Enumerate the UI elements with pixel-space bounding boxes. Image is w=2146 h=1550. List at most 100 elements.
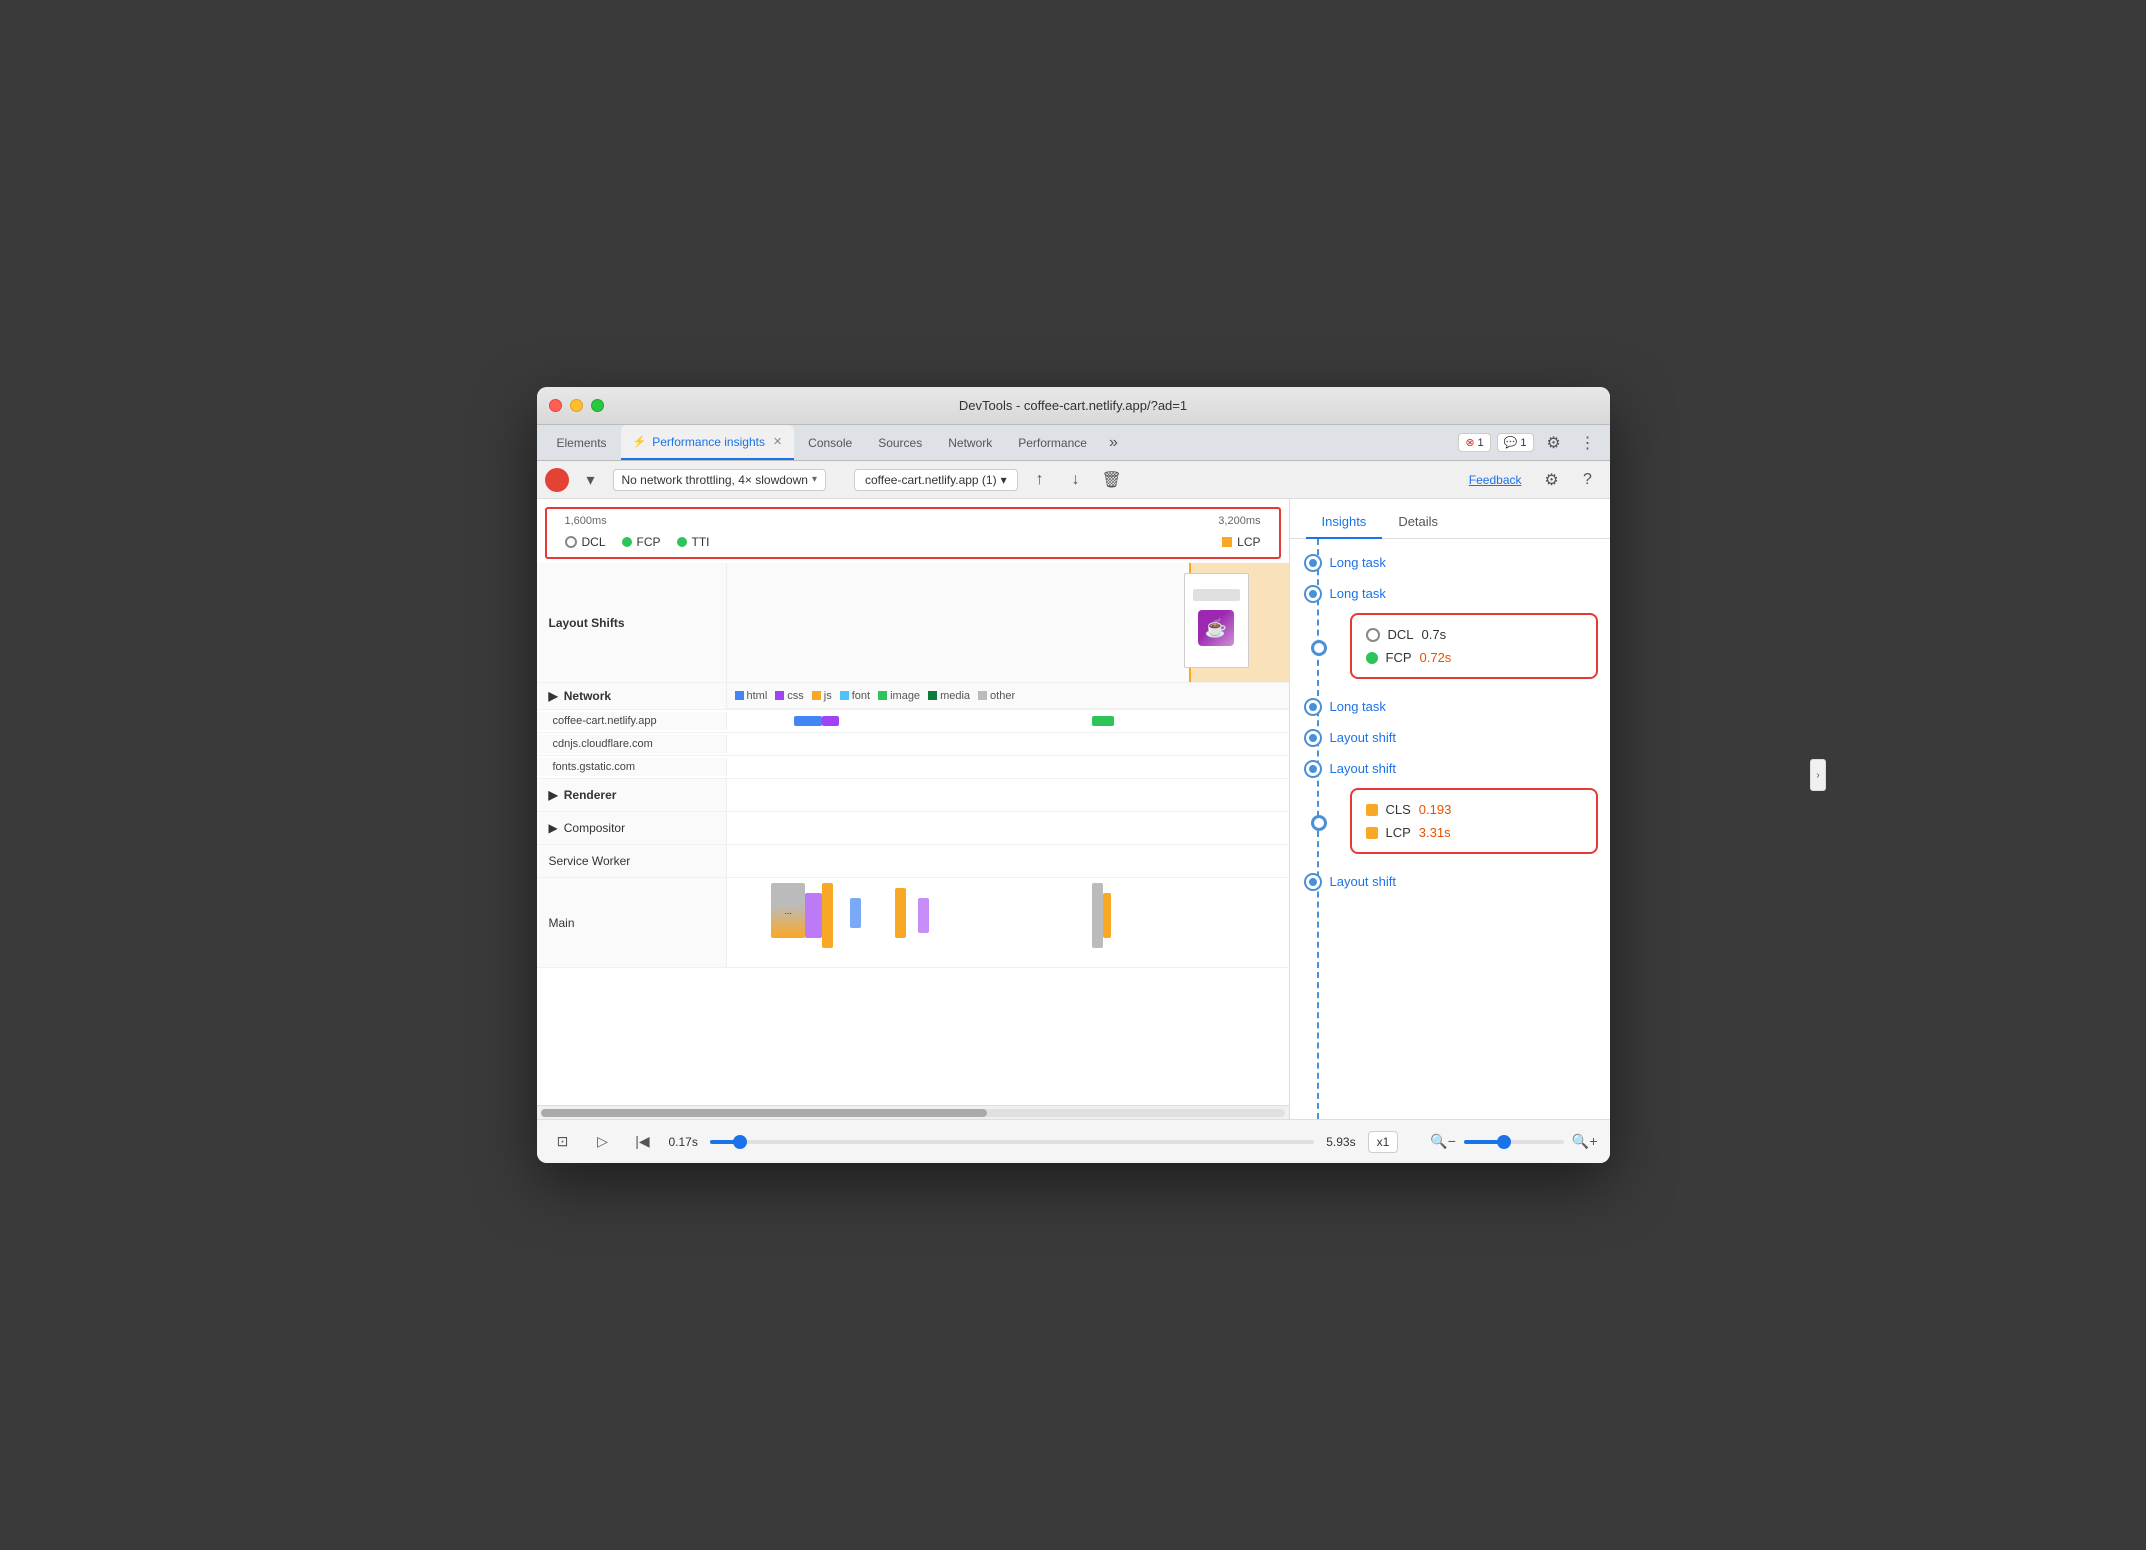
dcl-fcp-box: DCL 0.7s FCP 0.72s xyxy=(1350,613,1598,679)
playback-slider[interactable] xyxy=(710,1140,1314,1144)
main-bar-6 xyxy=(918,898,929,933)
legend-html: html xyxy=(735,690,768,702)
throttling-dropdown[interactable]: No network throttling, 4× slowdown ▾ xyxy=(613,469,826,491)
insight-layout-shift-2[interactable]: Layout shift xyxy=(1290,753,1610,784)
js-color xyxy=(812,691,821,700)
renderer-label[interactable]: ▶ Renderer xyxy=(537,779,727,811)
scrollbar-track xyxy=(541,1109,1285,1117)
net-bar-css xyxy=(822,716,839,726)
layout-shift-1-link[interactable]: Layout shift xyxy=(1330,730,1397,745)
tab-elements[interactable]: Elements xyxy=(545,425,619,460)
layout-shift-3-link[interactable]: Layout shift xyxy=(1330,874,1397,889)
tti-label: TTI xyxy=(692,535,710,549)
error-badge[interactable]: ⊗ 1 xyxy=(1458,433,1490,452)
insight-long-task-3[interactable]: Long task xyxy=(1290,691,1610,722)
insight-long-task-1[interactable]: Long task xyxy=(1290,547,1610,578)
zoom-out-icon[interactable]: 🔍− xyxy=(1430,1133,1456,1150)
lcp-icon xyxy=(1222,537,1232,547)
scrollbar-thumb[interactable] xyxy=(541,1109,987,1117)
timeline-markers: DCL FCP TTI LCP xyxy=(555,533,1271,551)
tab-network[interactable]: Network xyxy=(936,425,1004,460)
layout-shift-icon: ☕ xyxy=(1198,610,1234,646)
tab-performance[interactable]: Performance xyxy=(1006,425,1099,460)
import-button[interactable]: ↓ xyxy=(1062,466,1090,494)
network-host-1: coffee-cart.netlify.app xyxy=(537,712,727,730)
renderer-arrow: ▶ xyxy=(549,788,558,802)
feedback-button[interactable]: Feedback xyxy=(1469,473,1522,487)
more-options-button[interactable]: ⋮ xyxy=(1574,429,1602,457)
layout-shifts-content: ☕ xyxy=(727,563,1289,682)
insight-long-task-2[interactable]: Long task xyxy=(1290,578,1610,609)
legend-css: css xyxy=(775,690,804,702)
fcp-label: FCP xyxy=(637,535,661,549)
insight-dot-2 xyxy=(1306,587,1320,601)
tab-performance-insights[interactable]: ⚡ Performance insights ✕ xyxy=(621,425,795,460)
timeline-rows: Layout Shifts ☕ ▶ Network xyxy=(537,563,1289,1105)
compositor-label[interactable]: ▶ Compositor xyxy=(537,812,727,844)
tab-close-icon[interactable]: ✕ xyxy=(773,435,782,448)
layout-shift-2-link[interactable]: Layout shift xyxy=(1330,761,1397,776)
timeline-panel: 1,600ms 3,200ms DCL FCP TTI xyxy=(537,499,1290,1119)
throttling-label: No network throttling, 4× slowdown xyxy=(622,473,808,487)
service-worker-row: Service Worker xyxy=(537,845,1289,878)
tab-bar-right: ⊗ 1 💬 1 ⚙ ⋮ xyxy=(1458,425,1601,460)
close-button[interactable] xyxy=(549,399,562,412)
long-task-1-link[interactable]: Long task xyxy=(1330,555,1386,570)
timeline-scrollbar[interactable] xyxy=(537,1105,1289,1119)
long-task-2-link[interactable]: Long task xyxy=(1330,586,1386,601)
main-bar-3 xyxy=(822,883,833,948)
error-count: 1 xyxy=(1478,437,1484,449)
settings-button[interactable]: ⚙ xyxy=(1540,429,1568,457)
delete-button[interactable]: 🗑 xyxy=(1098,466,1126,494)
insight-dot-1 xyxy=(1306,556,1320,570)
tab-bar: Elements ⚡ Performance insights ✕ Consol… xyxy=(537,425,1610,461)
playback-slider-thumb[interactable] xyxy=(733,1135,747,1149)
more-tabs-button[interactable]: » xyxy=(1101,425,1126,460)
cls-metric-value: 0.193 xyxy=(1419,802,1452,817)
long-task-3-link[interactable]: Long task xyxy=(1330,699,1386,714)
network-legend-row: ▶ Network html css xyxy=(537,683,1289,710)
details-tab[interactable]: Details xyxy=(1382,506,1454,539)
screenshot-view-button[interactable]: ⊡ xyxy=(549,1128,577,1156)
zoom-slider-thumb[interactable] xyxy=(1497,1135,1511,1149)
fcp-marker: FCP xyxy=(622,535,661,549)
help-button[interactable]: ? xyxy=(1574,466,1602,494)
media-color xyxy=(928,691,937,700)
dcl-metric-icon xyxy=(1366,628,1380,642)
legend-font: font xyxy=(840,690,870,702)
speed-badge[interactable]: x1 xyxy=(1368,1131,1399,1153)
lcp-metric: LCP 3.31s xyxy=(1366,821,1582,844)
record-button[interactable] xyxy=(545,468,569,492)
toolbar: ▾ No network throttling, 4× slowdown ▾ c… xyxy=(537,461,1610,499)
tab-sources[interactable]: Sources xyxy=(866,425,934,460)
url-dropdown[interactable]: coffee-cart.netlify.app (1) ▾ xyxy=(854,469,1018,491)
zoom-slider[interactable] xyxy=(1464,1140,1564,1144)
message-count: 1 xyxy=(1520,437,1526,449)
maximize-button[interactable] xyxy=(591,399,604,412)
toolbar-settings-button[interactable]: ⚙ xyxy=(1538,466,1566,494)
insight-layout-shift-1[interactable]: Layout shift xyxy=(1290,722,1610,753)
message-badge[interactable]: 💬 1 xyxy=(1497,433,1534,452)
record-dropdown-button[interactable]: ▾ xyxy=(577,466,605,494)
lcp-metric-icon xyxy=(1366,827,1378,839)
tab-console[interactable]: Console xyxy=(796,425,864,460)
dcl-metric-label: DCL xyxy=(1388,627,1414,642)
fcp-metric-label: FCP xyxy=(1386,650,1412,665)
main-content: 1,600ms 3,200ms DCL FCP TTI xyxy=(537,499,1610,1119)
export-button[interactable]: ↑ xyxy=(1026,466,1054,494)
other-color xyxy=(978,691,987,700)
insights-tab[interactable]: Insights xyxy=(1306,506,1383,539)
skip-start-button[interactable]: |◀ xyxy=(629,1128,657,1156)
cls-metric-icon xyxy=(1366,804,1378,816)
ruler-1600: 1,600ms xyxy=(565,515,607,527)
insight-layout-shift-3[interactable]: Layout shift xyxy=(1290,866,1610,897)
minimize-button[interactable] xyxy=(570,399,583,412)
cls-metric-label: CLS xyxy=(1386,802,1411,817)
tti-icon xyxy=(677,537,687,547)
play-button[interactable]: ▷ xyxy=(589,1128,617,1156)
network-header-label[interactable]: ▶ Network xyxy=(537,683,727,709)
main-bar-8 xyxy=(1103,893,1111,938)
net-bar-image xyxy=(1092,716,1114,726)
dcl-metric-value: 0.7s xyxy=(1422,627,1447,642)
zoom-in-icon[interactable]: 🔍+ xyxy=(1572,1133,1598,1150)
